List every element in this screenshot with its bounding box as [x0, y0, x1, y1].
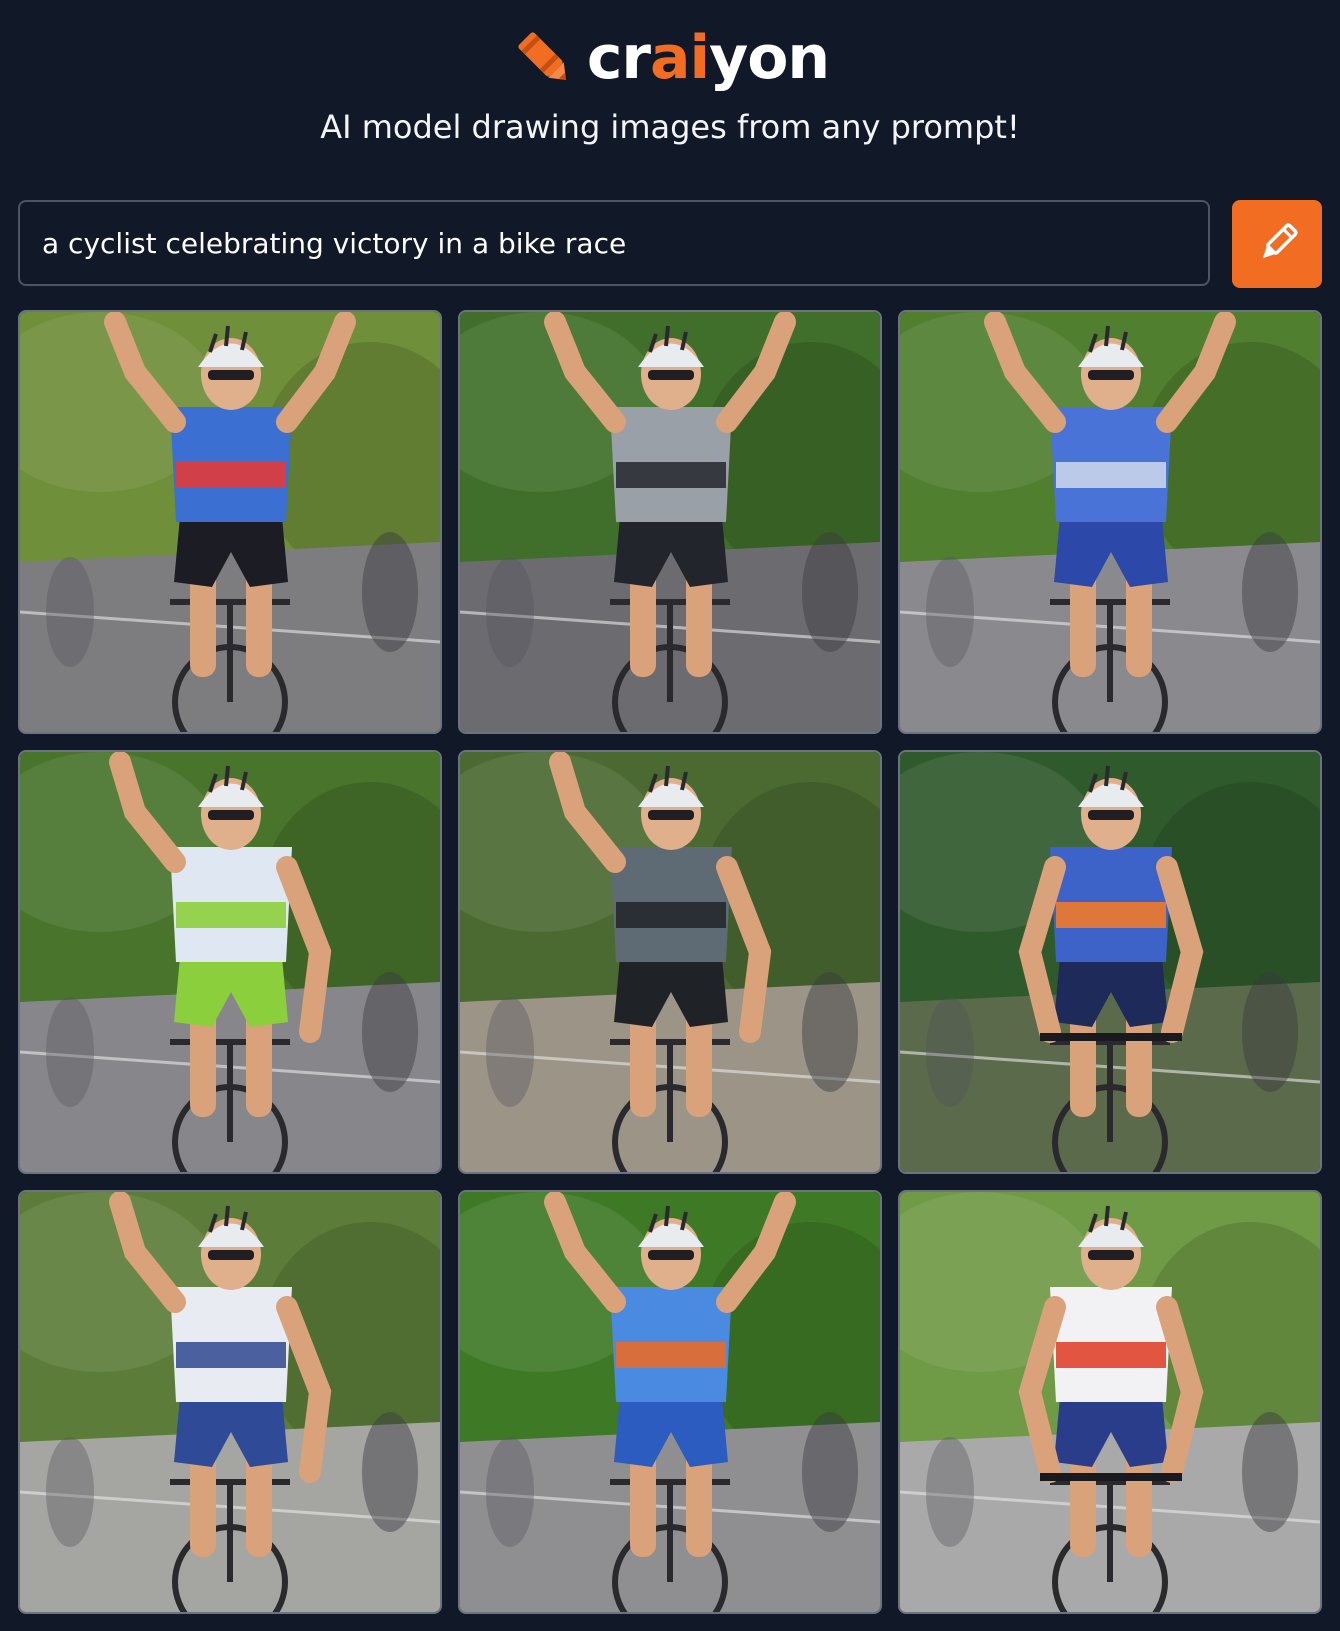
- header: craiyon AI model drawing images from any…: [0, 0, 1340, 180]
- cyclist-illustration: [460, 752, 880, 1172]
- brand-prefix: cr: [586, 23, 651, 93]
- brand-suffix: yon: [709, 23, 830, 93]
- result-image-1[interactable]: [18, 310, 442, 734]
- result-image-6[interactable]: [898, 750, 1322, 1174]
- prompt-input[interactable]: [18, 200, 1210, 286]
- cyclist-illustration: [900, 752, 1320, 1172]
- cyclist-illustration: [460, 1192, 880, 1612]
- brand-accent: ai: [650, 23, 710, 93]
- prompt-bar: [18, 200, 1322, 288]
- tagline: AI model drawing images from any prompt!: [320, 108, 1020, 146]
- result-image-4[interactable]: [18, 750, 442, 1174]
- pencil-icon: [1262, 223, 1298, 259]
- result-image-7[interactable]: [18, 1190, 442, 1614]
- crayon-icon: [518, 32, 566, 80]
- cyclist-illustration: [900, 312, 1320, 732]
- results-grid: [18, 310, 1322, 1614]
- cyclist-illustration: [20, 312, 440, 732]
- result-image-9[interactable]: [898, 1190, 1322, 1614]
- draw-button[interactable]: [1232, 200, 1322, 288]
- result-image-2[interactable]: [458, 310, 882, 734]
- result-image-5[interactable]: [458, 750, 882, 1174]
- cyclist-illustration: [460, 312, 880, 732]
- craiyon-logo[interactable]: craiyon: [0, 18, 1340, 98]
- result-image-3[interactable]: [898, 310, 1322, 734]
- cyclist-illustration: [20, 752, 440, 1172]
- cyclist-illustration: [900, 1192, 1320, 1612]
- brand-wordmark: craiyon: [587, 28, 830, 88]
- cyclist-illustration: [20, 1192, 440, 1612]
- result-image-8[interactable]: [458, 1190, 882, 1614]
